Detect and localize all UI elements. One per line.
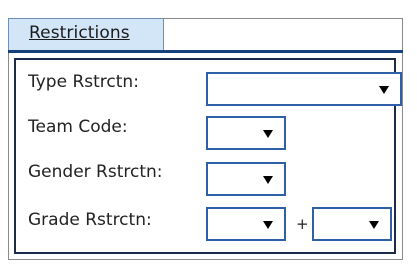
chevron-down-icon: [379, 86, 389, 94]
chevron-down-icon: [369, 221, 379, 229]
tab-restrictions-label: Restrictions: [29, 23, 130, 43]
grade-restriction-label: Grade Rstrctn:: [28, 210, 152, 230]
chevron-down-icon: [263, 176, 273, 184]
type-restriction-label: Type Rstrctn:: [28, 72, 139, 92]
restrictions-window: Restrictions Type Rstrctn: Team Code: Ge…: [0, 0, 417, 264]
tab-restrictions[interactable]: Restrictions: [8, 18, 164, 51]
team-code-label: Team Code:: [28, 117, 128, 137]
tab-bar-divider: [8, 50, 403, 53]
chevron-down-icon: [263, 130, 273, 138]
gender-restriction-label: Gender Rstrctn:: [28, 162, 163, 182]
gender-restriction-select[interactable]: [206, 162, 286, 196]
grade-to-select[interactable]: [312, 207, 392, 241]
grade-from-select[interactable]: [206, 207, 286, 241]
grade-range-separator: +: [296, 215, 309, 233]
chevron-down-icon: [263, 221, 273, 229]
type-restriction-select[interactable]: [206, 72, 402, 106]
team-code-select[interactable]: [206, 116, 286, 150]
